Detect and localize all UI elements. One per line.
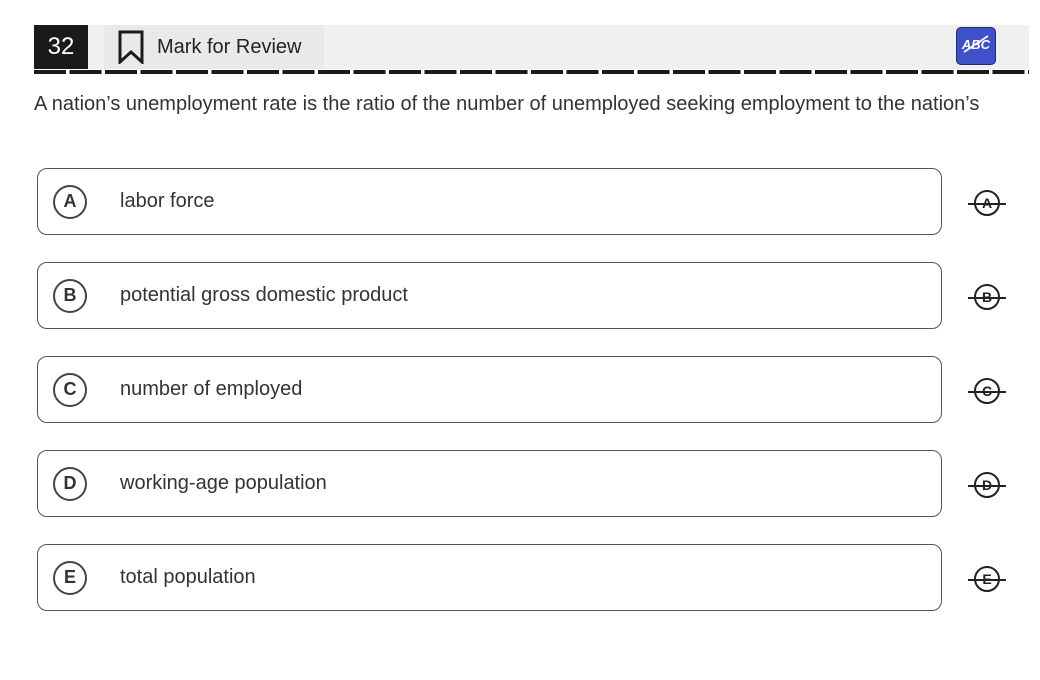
choice-b-letter: B (53, 278, 87, 313)
strike-line (968, 297, 1006, 299)
choice-b-text: potential gross domestic product (120, 284, 408, 306)
eliminate-choice-e-button[interactable]: E (967, 564, 1007, 594)
strikethrough-c-icon: C (968, 378, 1006, 404)
eliminate-choice-d-button[interactable]: D (967, 470, 1007, 500)
strike-line (968, 391, 1006, 393)
eliminate-choice-b-button[interactable]: B (967, 282, 1007, 312)
strike-line (968, 579, 1006, 581)
abc-crossout-toggle-button[interactable]: ABC (956, 27, 996, 65)
choice-d-text: working-age population (120, 472, 327, 494)
eliminate-choice-c-button[interactable]: C (967, 376, 1007, 406)
choice-e-letter: E (53, 560, 87, 595)
choice-c[interactable]: C number of employed (37, 356, 942, 423)
question-text: A nation’s unemployment rate is the rati… (34, 93, 980, 115)
mark-for-review-button[interactable]: Mark for Review (104, 25, 324, 69)
bookmark-icon (117, 30, 145, 64)
choice-c-text: number of employed (120, 378, 303, 400)
strikethrough-d-icon: D (968, 472, 1006, 498)
strikethrough-e-icon: E (968, 566, 1006, 592)
choice-c-letter: C (53, 372, 87, 407)
choice-e-text: total population (120, 566, 256, 588)
choice-b[interactable]: B potential gross domestic product (37, 262, 942, 329)
question-number: 32 (34, 25, 88, 69)
strikethrough-b-icon: B (968, 284, 1006, 310)
choice-e[interactable]: E total population (37, 544, 942, 611)
strikethrough-a-icon: A (968, 190, 1006, 216)
choice-a-letter: A (53, 184, 87, 219)
choice-d-letter: D (53, 466, 87, 501)
choice-a-text: labor force (120, 190, 215, 212)
abc-crossout-icon: ABC (959, 33, 993, 60)
question-progress-dashes (34, 70, 1029, 74)
strike-line (968, 485, 1006, 487)
question-header: 32 Mark for Review ABC (34, 25, 1029, 69)
choice-d[interactable]: D working-age population (37, 450, 942, 517)
choice-a[interactable]: A labor force (37, 168, 942, 235)
eliminate-choice-a-button[interactable]: A (967, 188, 1007, 218)
mark-for-review-label: Mark for Review (157, 35, 302, 58)
strike-line (968, 203, 1006, 205)
